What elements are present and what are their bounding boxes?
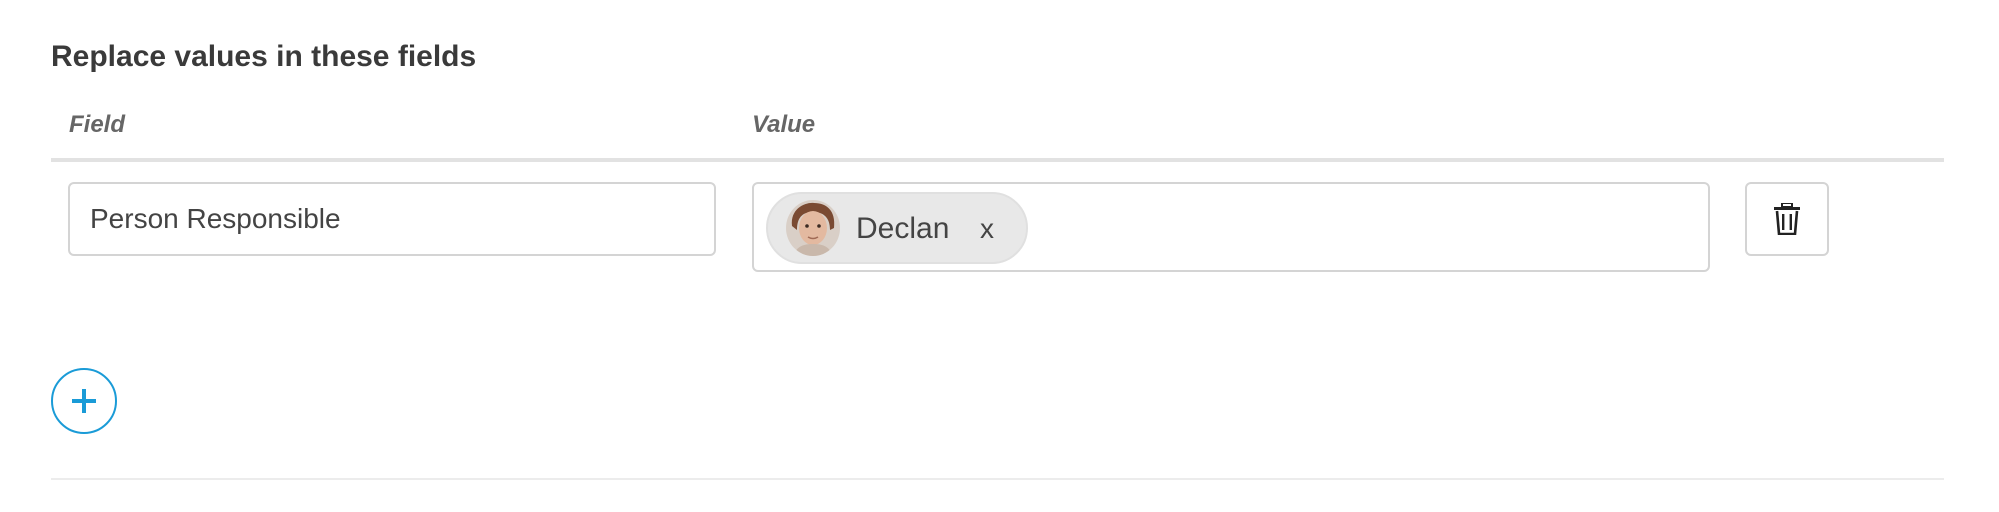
field-select-input[interactable]: [68, 182, 716, 256]
add-field-button[interactable]: [51, 368, 117, 434]
value-column-header: Value: [752, 111, 816, 138]
person-avatar-icon: [786, 200, 840, 256]
user-chip-label: Declan: [856, 212, 950, 245]
trash-icon: [1774, 203, 1800, 235]
delete-row-button[interactable]: [1745, 182, 1829, 256]
header-divider: [51, 158, 1944, 162]
plus-icon: [72, 389, 96, 413]
section-title: Replace values in these fields: [51, 40, 477, 73]
user-chip: Declan x: [766, 192, 1028, 264]
remove-chip-button[interactable]: x: [980, 210, 994, 248]
avatar: [786, 200, 840, 256]
value-input[interactable]: Declan x: [752, 182, 1710, 272]
footer-divider: [51, 478, 1944, 480]
field-column-header: Field: [69, 111, 126, 138]
